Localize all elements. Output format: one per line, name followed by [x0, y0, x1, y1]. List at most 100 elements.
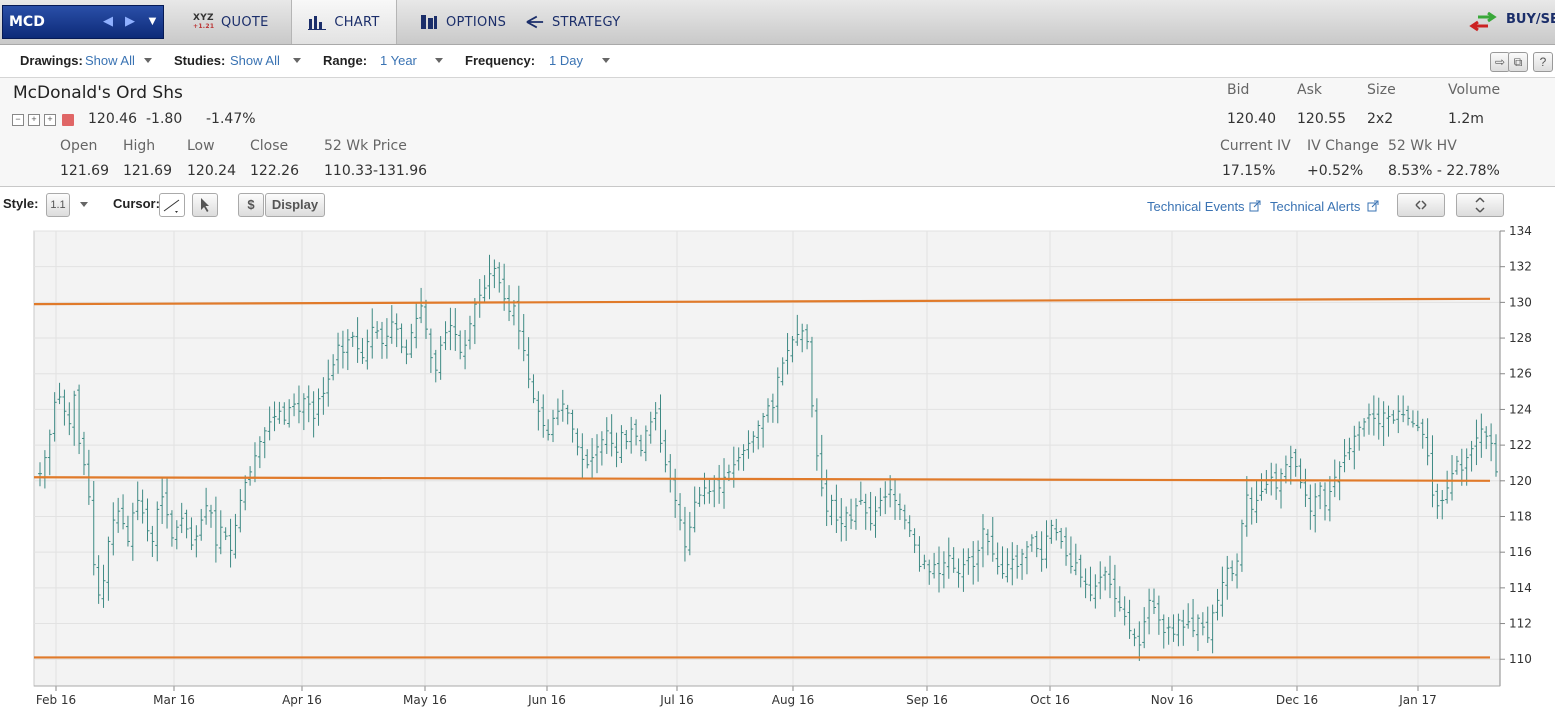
drawings-dropdown-icon[interactable] [144, 58, 152, 63]
y-tick-label: 110 [1509, 652, 1532, 666]
size-value: 2x2 [1367, 111, 1394, 127]
line-cursor-icon [163, 199, 180, 213]
studies-dropdown-icon[interactable] [293, 58, 301, 63]
dollar-button[interactable]: $ [238, 193, 264, 217]
horizontal-zoom-icon [1415, 200, 1427, 210]
tab-chart[interactable]: CHART [291, 0, 397, 44]
price-chart[interactable]: 134 132 130 128 126 124 122 120 118 116 114 112 110 F… [0, 224, 1555, 713]
tab-strategy-label: STRATEGY [552, 14, 621, 30]
y-tick-label: 120 [1509, 474, 1532, 488]
current-iv-value: 17.15% [1222, 163, 1276, 179]
drawings-select[interactable]: Show All [85, 53, 135, 68]
tab-options-label: OPTIONS [446, 14, 507, 30]
chevron-down-icon[interactable]: ▼ [146, 13, 159, 28]
y-tick-label: 128 [1509, 331, 1532, 345]
strategy-icon [526, 15, 544, 29]
range-select[interactable]: 1 Year [380, 53, 417, 68]
vertical-zoom-button[interactable] [1456, 193, 1504, 217]
y-tick-label: 124 [1509, 402, 1532, 416]
iv-change-value: +0.52% [1307, 163, 1364, 179]
open-value: 121.69 [60, 163, 109, 179]
chart-toolbar: Drawings: Show All Studies: Show All Ran… [0, 45, 1555, 78]
cursor-line-button[interactable] [159, 193, 185, 217]
status-indicator-icon [62, 114, 74, 126]
range-dropdown-icon[interactable] [435, 58, 443, 63]
symbol-selector[interactable]: MCD ◀ ▶ ▼ [2, 5, 164, 39]
y-tick-label: 116 [1509, 545, 1532, 559]
bid-label: Bid [1227, 82, 1250, 98]
chart-svg[interactable]: 134 132 130 128 126 124 122 120 118 116 114 112 110 F… [0, 224, 1555, 713]
frequency-label: Frequency: [465, 53, 536, 68]
technical-alerts-link[interactable]: Technical Alerts [1270, 199, 1360, 214]
volume-label: Volume [1448, 82, 1501, 98]
display-button[interactable]: Display [265, 193, 325, 217]
company-name: McDonald's Ord Shs [13, 83, 183, 103]
current-iv-label: Current IV [1220, 138, 1291, 154]
iv-change-label: IV Change [1307, 138, 1379, 154]
tab-chart-label: CHART [334, 14, 380, 30]
technical-events-link[interactable]: Technical Events [1147, 199, 1245, 214]
style-label: Style: [3, 196, 39, 211]
tab-quote-label: QUOTE [221, 14, 269, 30]
low-value: 120.24 [187, 163, 236, 179]
range-label: Range: [323, 53, 368, 68]
xyz-quote-icon: XYZ +1.21 [193, 12, 215, 31]
bid-value: 120.40 [1227, 111, 1276, 127]
quote-icon-text: XYZ [193, 12, 214, 23]
x-tick-label: Jan 17 [1398, 693, 1437, 707]
studies-select[interactable]: Show All [230, 53, 280, 68]
add-icon[interactable]: + [44, 114, 56, 126]
x-tick-label: Nov 16 [1151, 693, 1194, 707]
tab-quote[interactable]: XYZ +1.21 QUOTE [193, 0, 273, 44]
popout-icon[interactable]: ⧉ [1508, 52, 1528, 72]
y-tick-label: 130 [1509, 295, 1532, 309]
x-tick-label: Sep 16 [906, 693, 948, 707]
buy-sell-button[interactable]: BUY/SEL [1506, 12, 1555, 27]
open-label: Open [60, 138, 98, 154]
next-symbol-icon[interactable]: ▶ [125, 13, 135, 29]
collapse-icon[interactable]: ⇨ [1490, 52, 1510, 72]
tab-strategy[interactable]: STRATEGY [526, 0, 626, 44]
hv-value: 8.53% - 22.78% [1388, 163, 1500, 179]
size-label: Size [1367, 82, 1396, 98]
hv-label: 52 Wk HV [1388, 138, 1457, 154]
wk52-value: 110.33-131.96 [324, 163, 428, 179]
low-label: Low [187, 138, 215, 154]
price-change: -1.80 [146, 111, 183, 127]
frequency-select[interactable]: 1 Day [549, 53, 583, 68]
x-tick-label: Jun 16 [527, 693, 566, 707]
style-select[interactable]: 1.1 [46, 193, 70, 217]
tab-options[interactable]: OPTIONS [420, 0, 510, 44]
vertical-zoom-icon [1475, 197, 1485, 213]
high-value: 121.69 [123, 163, 172, 179]
x-tick-label: May 16 [403, 693, 447, 707]
buy-sell-icon[interactable] [1466, 12, 1500, 32]
close-value: 122.26 [250, 163, 299, 179]
wk52-label: 52 Wk Price [324, 138, 407, 154]
quote-icon-subtext: +1.21 [193, 22, 215, 30]
frequency-dropdown-icon[interactable] [602, 58, 610, 63]
x-tick-label: Aug 16 [772, 693, 815, 707]
horizontal-zoom-button[interactable] [1397, 193, 1445, 217]
x-tick-label: Jul 16 [659, 693, 694, 707]
options-icon [421, 15, 437, 29]
minimize-icon[interactable]: − [12, 114, 24, 126]
close-label: Close [250, 138, 289, 154]
price-change-pct: -1.47% [206, 111, 256, 127]
top-nav: MCD ◀ ▶ ▼ XYZ +1.21 QUOTE CHART OPTIONS … [0, 0, 1555, 45]
prev-symbol-icon[interactable]: ◀ [103, 13, 113, 29]
volume-value: 1.2m [1448, 111, 1484, 127]
y-tick-label: 126 [1509, 367, 1532, 381]
symbol-text: MCD [9, 14, 45, 30]
y-tick-label: 118 [1509, 509, 1532, 523]
external-link-icon [1367, 200, 1379, 212]
style-dropdown-icon[interactable] [80, 202, 88, 207]
high-label: High [123, 138, 156, 154]
cursor-pointer-button[interactable] [192, 193, 218, 217]
help-button[interactable]: ? [1533, 52, 1553, 72]
expand-icon[interactable]: + [28, 114, 40, 126]
drawings-label: Drawings: [20, 53, 83, 68]
y-tick-label: 134 [1509, 224, 1532, 238]
quote-panel: McDonald's Ord Shs − + + 120.46 -1.80 -1… [0, 78, 1555, 187]
x-tick-label: Feb 16 [36, 693, 76, 707]
